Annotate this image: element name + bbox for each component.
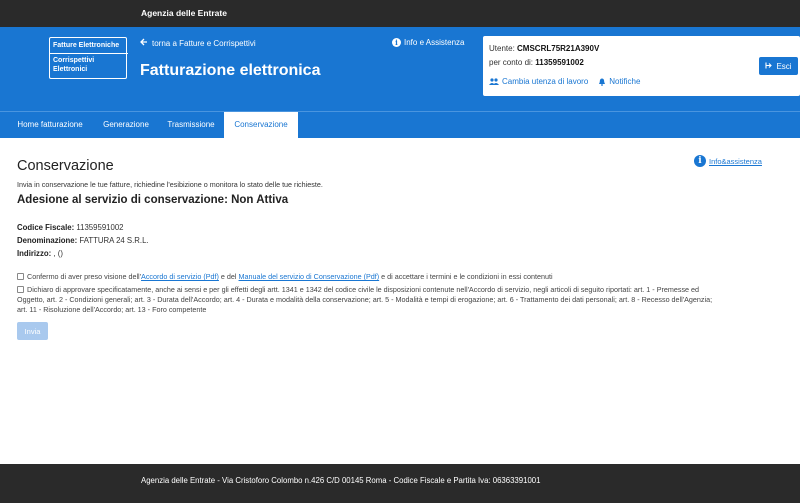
approve-articles-checkbox[interactable] — [17, 286, 24, 293]
field-label: Codice Fiscale: — [17, 223, 75, 232]
accept-terms-checkbox[interactable] — [17, 273, 24, 280]
logo-line-1: Fatture Elettroniche — [53, 42, 120, 49]
tab-generazione[interactable]: Generazione — [93, 112, 159, 138]
footer-text: Agenzia delle Entrate - Via Cristoforo C… — [141, 476, 541, 485]
manuale-conservazione-link[interactable]: Manuale del servizio di Conservazione (P… — [239, 272, 380, 281]
tab-home-fatturazione[interactable]: Home fatturazione — [10, 112, 90, 138]
sign-out-icon — [765, 62, 773, 71]
field-label: Indirizzo: — [17, 249, 52, 258]
field-value: FATTURA 24 S.R.L. — [79, 236, 149, 245]
check1-mid: e del — [218, 272, 239, 281]
header: Fatture Elettroniche Corrispettivi Elett… — [0, 27, 800, 111]
info-assistenza-right-link[interactable]: i Info&assistenza — [694, 155, 762, 167]
arrow-left-icon — [140, 38, 148, 48]
info-right-label: Info&assistenza — [709, 156, 762, 166]
field-value: 11359591002 — [76, 223, 124, 232]
change-workspace-label: Cambia utenza di lavoro — [502, 77, 589, 86]
users-icon — [489, 77, 499, 86]
user-actions: Cambia utenza di lavoro Notifiche — [489, 77, 640, 86]
invia-button[interactable]: Invia — [17, 322, 48, 340]
back-link-label: torna a Fatture e Corrispettivi — [152, 38, 256, 48]
exit-button[interactable]: Esci — [759, 57, 798, 75]
check1-pre: Confermo di aver preso visione dell' — [27, 272, 142, 281]
denominazione-field: Denominazione: FATTURA 24 S.R.L. — [17, 236, 149, 245]
field-label: Denominazione: — [17, 236, 78, 245]
bell-icon — [598, 78, 606, 86]
tab-trasmissione[interactable]: Trasmissione — [160, 112, 222, 138]
indirizzo-field: Indirizzo: , () — [17, 249, 63, 258]
info-circle-icon: i — [694, 155, 706, 167]
approve-articles-row: Dichiaro di approvare specificatamente, … — [17, 285, 787, 315]
app-title: Fatturazione elettronica — [140, 62, 321, 79]
info-icon: i — [392, 38, 401, 47]
logo-divider — [50, 53, 128, 54]
check2-line3: art. 11 - Risoluzione dell'Accordo; art.… — [17, 305, 207, 314]
user-code: CMSCRL75R21A390V — [517, 44, 600, 53]
notifications-link[interactable]: Notifiche — [598, 77, 640, 86]
check2-line1: Dichiaro di approvare specificatamente, … — [27, 285, 700, 294]
user-label: Utente: — [489, 44, 515, 53]
user-line: Utente: CMSCRL75R21A390V — [489, 44, 599, 53]
accordo-servizio-link[interactable]: Accordo di servizio (Pdf) — [141, 272, 219, 281]
info-assistenza-link[interactable]: i Info e Assistenza — [392, 38, 464, 47]
back-to-fatture-link[interactable]: torna a Fatture e Corrispettivi — [140, 38, 256, 48]
agency-name: Agenzia delle Entrate — [141, 8, 227, 18]
change-workspace-link[interactable]: Cambia utenza di lavoro — [489, 77, 588, 86]
check2-line2: Oggetto, art. 2 - Condizioni generali; a… — [17, 295, 713, 304]
info-link-label: Info e Assistenza — [404, 38, 465, 47]
notifications-label: Notifiche — [609, 77, 641, 86]
on-behalf-line: per conto di: 11359591002 — [489, 58, 584, 67]
on-behalf-code: 11359591002 — [535, 58, 584, 67]
user-box: Utente: CMSCRL75R21A390V per conto di: 1… — [483, 36, 800, 96]
page-subtitle: Invia in conservazione le tue fatture, r… — [17, 180, 323, 189]
codice-fiscale-field: Codice Fiscale: 11359591002 — [17, 223, 124, 232]
top-bar: Agenzia delle Entrate — [0, 0, 800, 27]
on-behalf-label: per conto di: — [489, 58, 534, 67]
fatture-corrispettivi-logo[interactable]: Fatture Elettroniche Corrispettivi Elett… — [49, 37, 128, 79]
field-value: , () — [53, 249, 63, 258]
footer: Agenzia delle Entrate - Via Cristoforo C… — [0, 464, 800, 503]
accept-terms-row: Confermo di aver preso visione dell'Acco… — [17, 272, 787, 282]
section-title: Adesione al servizio di conservazione: N… — [17, 194, 289, 206]
page-title: Conservazione — [17, 158, 114, 174]
check1-post: e di accettare i termini e le condizioni… — [379, 272, 553, 281]
exit-label: Esci — [776, 61, 792, 71]
tab-conservazione[interactable]: Conservazione — [224, 112, 298, 138]
logo-line-2: Corrispettivi Elettronici — [53, 57, 95, 73]
main-tabs: Home fatturazione Generazione Trasmissio… — [0, 111, 800, 138]
